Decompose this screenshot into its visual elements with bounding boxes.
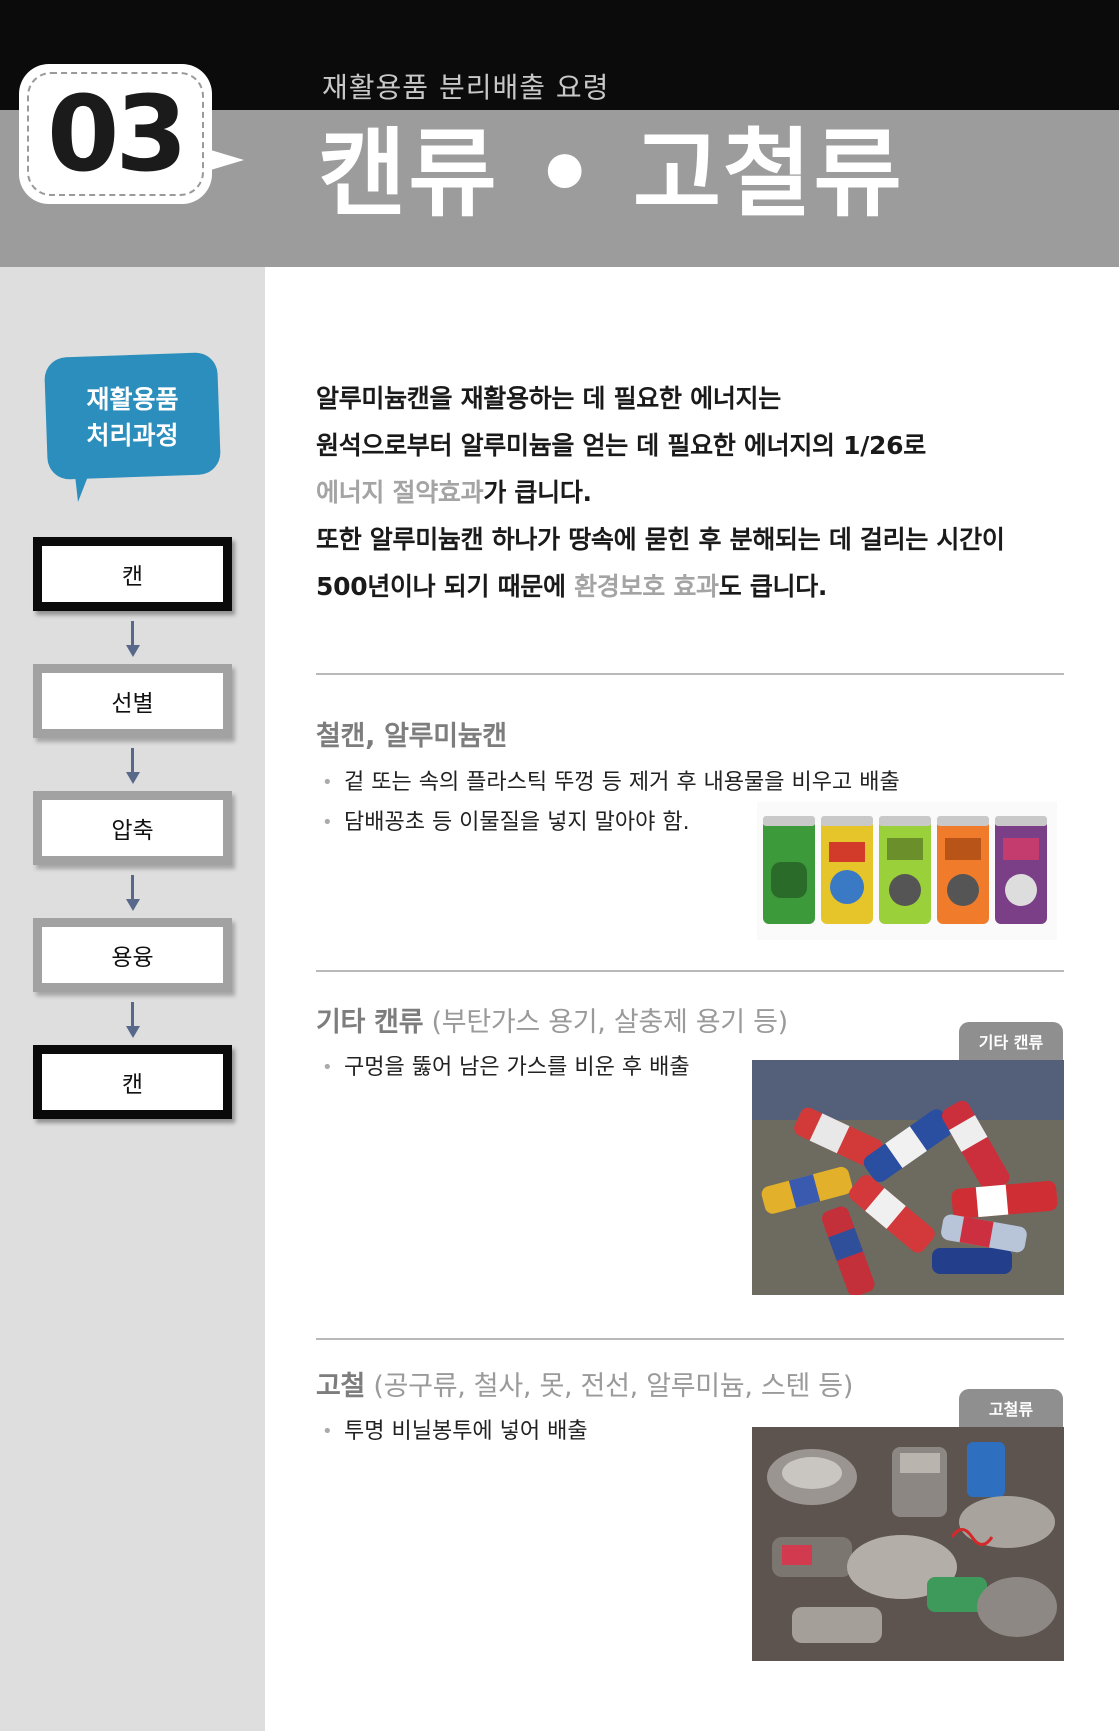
intro-line: 500년이나 되기 때문에 환경보호 효과도 큽니다. [316,572,828,601]
section-title-cans: 철캔, 알루미늄캔 [316,721,507,752]
process-step-sorting: 선별 [33,664,232,738]
intro-paragraph: 알루미늄캔을 재활용하는 데 필요한 에너지는 원석으로부터 알루미늄을 얻는 … [316,375,1076,610]
spray-can-icon [932,1248,1012,1274]
intro-line: 에너지 절약효과가 큽니다. [316,478,592,507]
process-step-can-end: 캔 [33,1045,232,1119]
section-title-other-cans: 기타 캔류 (부탄가스 용기, 살충제 용기 등) [316,1007,788,1038]
photo-label-scrap-metal: 고철류 [959,1389,1063,1427]
page-title: 캔류 • 고철류 [318,118,904,230]
section-number: 03 [47,73,188,195]
scrap-metal-photo [752,1427,1064,1661]
down-arrow-icon [126,621,140,659]
intro-line: 알루미늄캔을 재활용하는 데 필요한 에너지는 [316,384,781,413]
page-subtitle: 재활용품 분리배출 요령 [322,71,610,104]
intro-line: 원석으로부터 알루미늄을 얻는 데 필요한 에너지의 1/26로 [316,431,926,460]
spray-cans-photo [752,1060,1064,1295]
list-item: 구멍을 뚫어 남은 가스를 비운 후 배출 [322,1048,690,1088]
scrap-piece-icon [892,1447,947,1517]
aluminum-cans-photo [757,802,1057,940]
down-arrow-icon [126,748,140,786]
section-title-scrap-metal: 고철 (공구류, 철사, 못, 전선, 알루미늄, 스텐 등) [316,1371,854,1402]
scrap-piece-icon [772,1537,852,1577]
environment-highlight: 환경보호 효과 [574,572,719,601]
process-heading-line1: 재활용품 [86,385,179,414]
intro-line: 또한 알루미늄캔 하나가 땅속에 묻힌 후 분해되는 데 걸리는 시간이 [316,525,1005,554]
can-icon [821,816,873,924]
can-icon [879,816,931,924]
process-step-compression: 압축 [33,791,232,865]
other-cans-instructions: 구멍을 뚫어 남은 가스를 비운 후 배출 [322,1048,690,1088]
process-step-can-start: 캔 [33,537,232,611]
scrap-piece-icon [977,1577,1057,1637]
scrap-metal-instructions: 투명 비닐봉투에 넣어 배출 [322,1412,588,1452]
list-item: 투명 비닐봉투에 넣어 배출 [322,1412,588,1452]
section-divider [316,970,1064,972]
can-icon [763,816,815,924]
process-step-melting: 용융 [33,918,232,992]
list-item: 겉 또는 속의 플라스틱 뚜껑 등 제거 후 내용물을 비우고 배출 [322,763,900,803]
photo-label-other-cans: 기타 캔류 [959,1022,1063,1060]
badge-pointer [204,148,244,172]
speech-bubble-tail [74,466,92,502]
section-divider [316,673,1064,675]
process-sidebar [0,267,265,1731]
scrap-piece-icon [967,1442,1005,1497]
scrap-piece-icon [792,1607,882,1643]
section-divider [316,1338,1064,1340]
can-icon [995,816,1047,924]
scrap-piece-icon [767,1449,857,1505]
down-arrow-icon [126,875,140,913]
down-arrow-icon [126,1002,140,1040]
process-heading: 재활용품 처리과정 [46,382,219,454]
process-heading-line2: 처리과정 [86,421,179,450]
can-icon [937,816,989,924]
energy-saving-highlight: 에너지 절약효과 [316,478,484,507]
section-number-badge: 03 [19,64,212,204]
